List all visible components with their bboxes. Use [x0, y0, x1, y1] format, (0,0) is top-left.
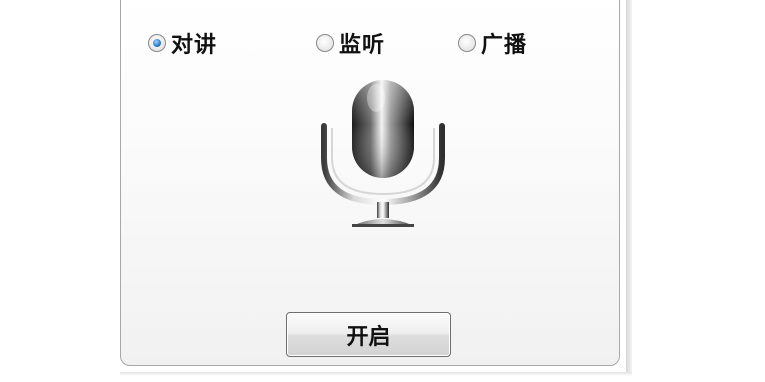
mode-radio-group: 对讲 监听 广播: [148, 28, 588, 58]
start-button[interactable]: 开启: [286, 312, 451, 357]
microphone-icon: [318, 78, 448, 230]
radio-label-monitor: 监听: [339, 33, 386, 58]
radio-option-intercom[interactable]: 对讲: [148, 28, 217, 58]
radio-label-intercom: 对讲: [171, 33, 218, 58]
radio-label-broadcast: 广播: [481, 33, 528, 58]
panel-shadow-bottom: [120, 372, 632, 376]
radio-button-broadcast[interactable]: [458, 34, 476, 52]
radio-option-monitor[interactable]: 监听: [316, 28, 385, 58]
intercom-page: 对讲 监听 广播 开启: [0, 0, 765, 382]
panel-shadow: [626, 0, 632, 376]
radio-option-broadcast[interactable]: 广播: [458, 28, 527, 58]
radio-button-intercom[interactable]: [148, 34, 166, 52]
radio-button-monitor[interactable]: [316, 34, 334, 52]
